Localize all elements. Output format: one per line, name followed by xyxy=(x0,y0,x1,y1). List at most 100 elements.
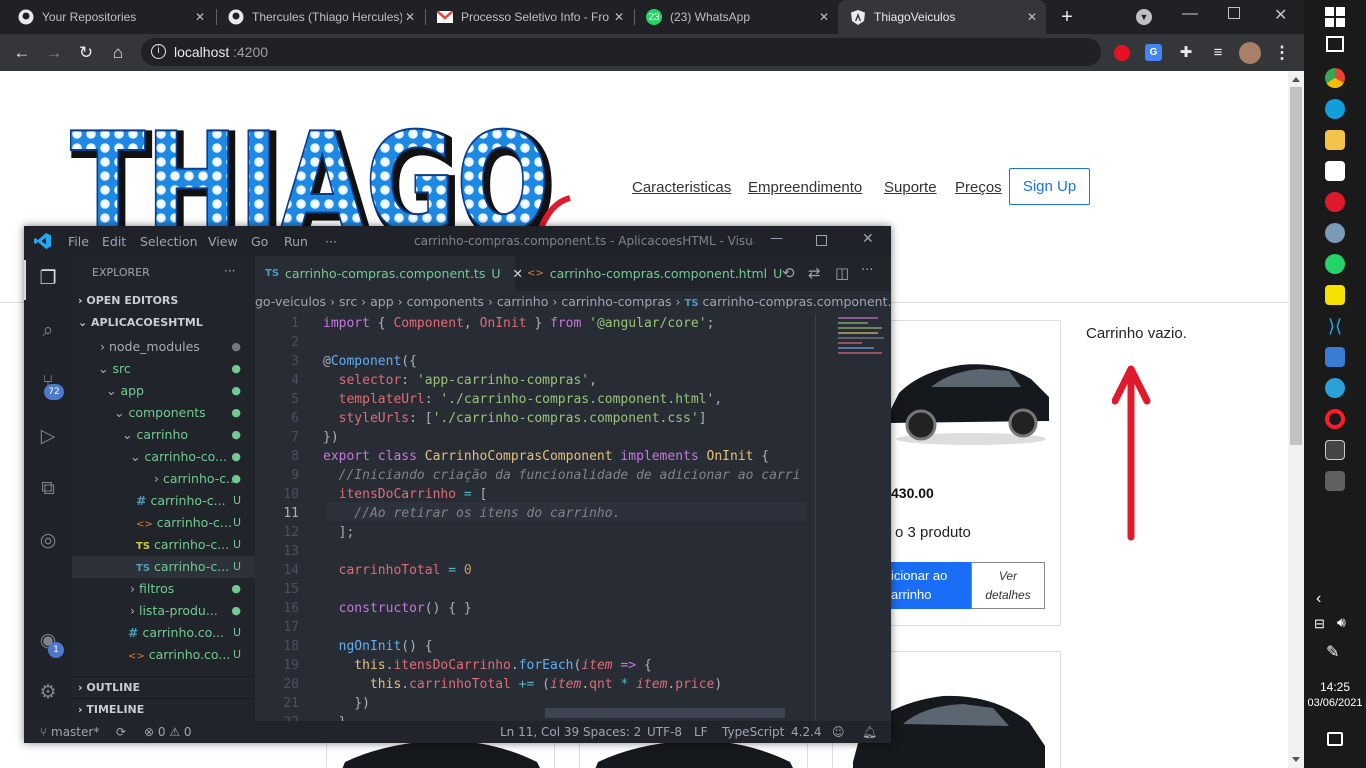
site-logo[interactable]: THIAGO THIAGO xyxy=(69,102,571,272)
nav-caracteristicas[interactable]: Caracteristicas xyxy=(632,179,731,196)
language-mode[interactable]: TypeScript xyxy=(722,725,784,739)
terminal-icon[interactable] xyxy=(1325,440,1345,460)
settings-gear-icon[interactable]: ⚙ xyxy=(36,680,60,704)
store-icon[interactable] xyxy=(1325,161,1345,181)
nav-precos[interactable]: Preços xyxy=(955,179,1002,196)
nav-suporte[interactable]: Suporte xyxy=(884,179,937,196)
explorer-more-icon[interactable]: ··· xyxy=(224,264,235,278)
profile-avatar[interactable] xyxy=(1239,42,1261,64)
vscode-icon[interactable]: ⟩⟨ xyxy=(1325,316,1345,336)
browser-tab[interactable]: Your Repositories ✕ xyxy=(6,0,214,34)
tree-folder[interactable]: ⌄ app ● xyxy=(72,380,255,402)
tree-folder[interactable]: › filtros ● xyxy=(72,578,255,600)
tree-folder[interactable]: › lista-produ... ● xyxy=(72,600,255,622)
close-icon[interactable]: ✕ xyxy=(611,10,627,24)
tree-folder[interactable]: ⌄ carrinho ● xyxy=(72,424,255,446)
calculator-icon[interactable] xyxy=(1325,471,1345,491)
vscode-minimize-icon[interactable]: — xyxy=(770,231,783,246)
close-icon[interactable]: ✕ xyxy=(1024,10,1040,24)
menu-file[interactable]: File xyxy=(68,234,89,249)
close-icon[interactable]: ✕ xyxy=(192,10,208,24)
notifications-icon[interactable] xyxy=(1327,732,1343,746)
clock-time[interactable]: 14:25 xyxy=(1304,680,1366,694)
signup-button[interactable]: Sign Up xyxy=(1009,168,1090,205)
editor-tab-active[interactable]: TS carrinho-compras.component.ts U ✕ xyxy=(255,256,523,291)
tree-file-selected[interactable]: TS carrinho-c... U xyxy=(72,556,255,578)
edge-icon[interactable] xyxy=(1325,99,1345,119)
git-branch[interactable]: ⑂ master* xyxy=(40,725,99,739)
breadcrumb-item[interactable]: app xyxy=(370,294,394,309)
clock-date[interactable]: 03/06/2021 xyxy=(1304,697,1366,709)
windows-start-icon[interactable] xyxy=(1325,7,1345,27)
menu-view[interactable]: View xyxy=(208,234,238,249)
git-graph-icon[interactable]: ◎ xyxy=(36,528,60,552)
breadcrumb-item[interactable]: carrinho xyxy=(497,294,549,309)
page-scrollbar[interactable] xyxy=(1288,71,1304,768)
browser-tab-active[interactable]: ThiagoVeiculos ✕ xyxy=(838,0,1046,34)
ts-version[interactable]: 4.2.4 xyxy=(791,725,822,739)
task-view-icon[interactable] xyxy=(1326,36,1344,52)
encoding[interactable]: UTF-8 xyxy=(647,725,682,739)
problems-indicator[interactable]: ⊗ 0 ⚠ 0 xyxy=(144,725,192,739)
details-button[interactable]: Ver detalhes xyxy=(971,562,1045,609)
split-editor-icon[interactable]: ◫ xyxy=(835,264,849,282)
tree-file[interactable]: <> carrinho.co... U xyxy=(72,644,255,666)
minimize-icon[interactable]: — xyxy=(1182,5,1198,23)
dev-app-icon[interactable] xyxy=(1325,347,1345,367)
breadcrumb-item[interactable]: src xyxy=(339,294,357,309)
more-actions-icon[interactable]: ··· xyxy=(861,263,873,278)
forward-icon[interactable]: → xyxy=(43,42,65,64)
breadcrumb-item[interactable]: carrinho-compras.component.ts xyxy=(703,294,891,309)
cursor-position[interactable]: Ln 11, Col 39 xyxy=(500,725,579,739)
scroll-down-icon[interactable] xyxy=(1292,757,1300,762)
menu-kebab-icon[interactable]: ⋮ xyxy=(1271,42,1293,64)
scroll-up-icon[interactable] xyxy=(1292,77,1300,82)
run-debug-icon[interactable]: ▷ xyxy=(36,424,60,448)
close-icon[interactable]: ✕ xyxy=(816,10,832,24)
tree-folder[interactable]: ⌄ components ● xyxy=(72,402,255,424)
chrome-icon[interactable] xyxy=(1325,68,1345,88)
menu-run[interactable]: Run xyxy=(284,234,308,249)
close-icon[interactable]: ✕ xyxy=(402,10,418,24)
menu-more[interactable]: ··· xyxy=(325,234,337,249)
tree-file[interactable]: <> carrinho-c... U xyxy=(72,512,255,534)
tree-folder[interactable]: › node_modules ● xyxy=(72,336,255,358)
extensions-puzzle-icon[interactable]: ✚ xyxy=(1175,42,1197,64)
address-bar[interactable]: i localhost :4200 xyxy=(141,38,1101,66)
extensions-icon[interactable]: ⧉ xyxy=(36,476,60,500)
browser-tab[interactable]: Thercules (Thiago Hercules) ✕ xyxy=(216,0,424,34)
network-icon[interactable]: ⊟ xyxy=(1314,616,1325,632)
extension-red-icon[interactable] xyxy=(1114,45,1130,61)
breadcrumb-item[interactable]: carrinho-compras xyxy=(561,294,671,309)
restore-icon[interactable] xyxy=(1228,7,1240,19)
minimap[interactable] xyxy=(838,314,890,374)
editor-tab[interactable]: <> carrinho-compras.component.html U xyxy=(517,256,782,291)
file-explorer-icon[interactable] xyxy=(1325,130,1345,150)
vscode-maximize-icon[interactable] xyxy=(816,235,827,246)
tree-file[interactable]: TS carrinho-c... U xyxy=(72,534,255,556)
breadcrumb-item[interactable]: go-veiculos xyxy=(255,294,326,309)
tree-folder[interactable]: ⌄ carrinho-co... ● xyxy=(72,446,255,468)
home-icon[interactable]: ⌂ xyxy=(107,42,129,64)
volume-icon[interactable]: 🔊︎ xyxy=(1337,614,1346,631)
menu-selection[interactable]: Selection xyxy=(140,234,198,249)
add-to-cart-button[interactable]: icionar ao arrinho xyxy=(881,562,971,609)
timeline-history-icon[interactable]: ⟲ xyxy=(782,264,795,282)
sync-icon[interactable]: ⟳ xyxy=(116,725,126,739)
tree-folder[interactable]: ⌄ src ● xyxy=(72,358,255,380)
scrollbar-thumb[interactable] xyxy=(1290,87,1302,445)
telegram-icon[interactable] xyxy=(1325,378,1345,398)
translate-icon[interactable]: G xyxy=(1145,44,1162,61)
sticky-notes-icon[interactable] xyxy=(1325,285,1345,305)
whatsapp-icon[interactable] xyxy=(1325,254,1345,274)
tray-expand-icon[interactable]: ‹ xyxy=(1316,590,1321,608)
timeline-section[interactable]: › TIMELINE xyxy=(72,698,255,720)
red-app-icon[interactable] xyxy=(1325,192,1345,212)
new-tab-button[interactable]: + xyxy=(1056,6,1078,28)
breadcrumb-item[interactable]: components xyxy=(407,294,484,309)
open-editors-section[interactable]: › OPEN EDITORS xyxy=(72,290,255,312)
tree-folder[interactable]: › carrinho-c... ● xyxy=(72,468,255,490)
explorer-files-icon[interactable]: ❐ xyxy=(36,266,60,290)
tree-file[interactable]: # carrinho.co... U xyxy=(72,622,255,644)
site-info-icon[interactable]: i xyxy=(151,44,166,59)
